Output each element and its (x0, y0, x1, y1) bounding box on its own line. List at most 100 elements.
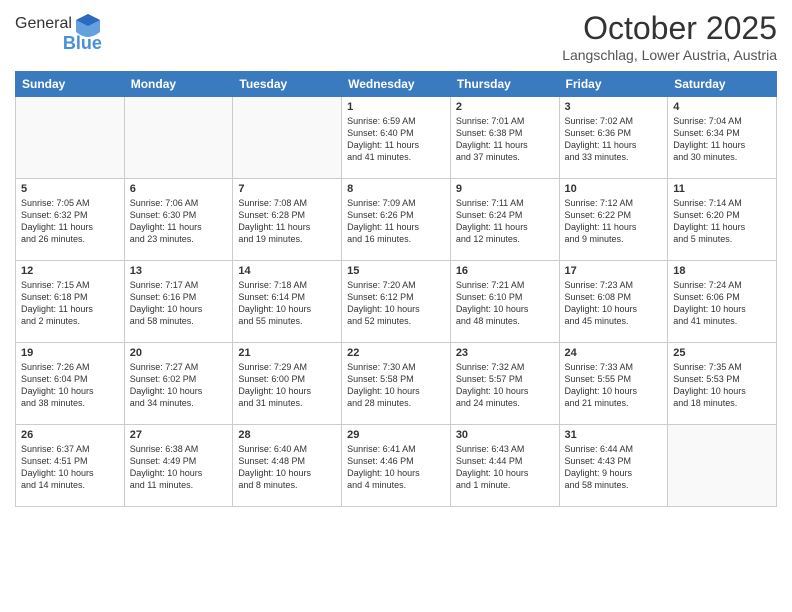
calendar-cell: 4Sunrise: 7:04 AM Sunset: 6:34 PM Daylig… (668, 97, 777, 179)
calendar-cell: 28 Sunrise: 6:40 AM Sunset: 4:48 PM Dayli… (233, 425, 342, 507)
logo: General Blue (15, 10, 102, 54)
calendar-cell: 11 Sunrise: 7:14 AM Sunset: 6:20 PM Dayli… (668, 179, 777, 261)
day-number: 25 (673, 347, 771, 359)
calendar-week-0: 1 Sunrise: 6:59 AM Sunset: 6:40 PM Daylig… (16, 97, 777, 179)
calendar-cell: 6 Sunrise: 7:06 AM Sunset: 6:30 PM Daylig… (124, 179, 233, 261)
calendar-week-2: 12Sunrise: 7:15 AM Sunset: 6:18 PM Dayli… (16, 261, 777, 343)
day-number: 28 (238, 429, 336, 441)
day-info: Sunrise: 7:09 AM Sunset: 6:26 PM Dayligh… (347, 197, 445, 246)
calendar-cell: 3 Sunrise: 7:02 AM Sunset: 6:36 PM Daylig… (559, 97, 668, 179)
day-info: Sunrise: 7:26 AM Sunset: 6:04 PM Dayligh… (21, 361, 119, 410)
day-info: Sunrise: 7:29 AM Sunset: 6:00 PM Dayligh… (238, 361, 336, 410)
day-number: 30 (456, 429, 554, 441)
day-info: Sunrise: 6:41 AM Sunset: 4:46 PM Dayligh… (347, 443, 445, 492)
calendar-cell: 18 Sunrise: 7:24 AM Sunset: 6:06 PM Dayli… (668, 261, 777, 343)
calendar-cell: 25 Sunrise: 7:35 AM Sunset: 5:53 PM Dayli… (668, 343, 777, 425)
weekday-header-row: Sunday Monday Tuesday Wednesday Thursday… (16, 72, 777, 97)
calendar-cell: 31Sunrise: 6:44 AM Sunset: 4:43 PM Dayli… (559, 425, 668, 507)
day-info: Sunrise: 7:23 AM Sunset: 6:08 PM Dayligh… (565, 279, 663, 328)
header-tuesday: Tuesday (233, 72, 342, 97)
calendar-cell: 5 Sunrise: 7:05 AM Sunset: 6:32 PM Daylig… (16, 179, 125, 261)
day-info: Sunrise: 7:24 AM Sunset: 6:06 PM Dayligh… (673, 279, 771, 328)
calendar-cell: 14 Sunrise: 7:18 AM Sunset: 6:14 PM Dayli… (233, 261, 342, 343)
day-number: 11 (673, 183, 771, 195)
day-info: Sunrise: 7:11 AM Sunset: 6:24 PM Dayligh… (456, 197, 554, 246)
day-number: 8 (347, 183, 445, 195)
day-info: Sunrise: 7:18 AM Sunset: 6:14 PM Dayligh… (238, 279, 336, 328)
day-info: Sunrise: 6:37 AM Sunset: 4:51 PM Dayligh… (21, 443, 119, 492)
day-info: Sunrise: 6:44 AM Sunset: 4:43 PM Dayligh… (565, 443, 663, 492)
day-number: 22 (347, 347, 445, 359)
logo-general-text: General (15, 15, 72, 33)
calendar-cell: 2Sunrise: 7:01 AM Sunset: 6:38 PM Daylig… (450, 97, 559, 179)
day-info: Sunrise: 7:33 AM Sunset: 5:55 PM Dayligh… (565, 361, 663, 410)
calendar-cell: 10Sunrise: 7:12 AM Sunset: 6:22 PM Dayli… (559, 179, 668, 261)
day-info: Sunrise: 7:35 AM Sunset: 5:53 PM Dayligh… (673, 361, 771, 410)
month-title: October 2025 (562, 10, 777, 47)
day-info: Sunrise: 7:08 AM Sunset: 6:28 PM Dayligh… (238, 197, 336, 246)
calendar-cell: 13Sunrise: 7:17 AM Sunset: 6:16 PM Dayli… (124, 261, 233, 343)
day-number: 23 (456, 347, 554, 359)
calendar-cell: 30 Sunrise: 6:43 AM Sunset: 4:44 PM Dayli… (450, 425, 559, 507)
header-saturday: Saturday (668, 72, 777, 97)
day-number: 20 (130, 347, 228, 359)
header-monday: Monday (124, 72, 233, 97)
day-number: 2 (456, 101, 554, 113)
day-number: 7 (238, 183, 336, 195)
day-info: Sunrise: 6:40 AM Sunset: 4:48 PM Dayligh… (238, 443, 336, 492)
day-number: 1 (347, 101, 445, 113)
calendar-cell (16, 97, 125, 179)
day-number: 14 (238, 265, 336, 277)
calendar-week-4: 26 Sunrise: 6:37 AM Sunset: 4:51 PM Dayli… (16, 425, 777, 507)
day-info: Sunrise: 7:05 AM Sunset: 6:32 PM Dayligh… (21, 197, 119, 246)
calendar-cell: 24 Sunrise: 7:33 AM Sunset: 5:55 PM Dayli… (559, 343, 668, 425)
day-number: 6 (130, 183, 228, 195)
header-friday: Friday (559, 72, 668, 97)
calendar-cell: 9 Sunrise: 7:11 AM Sunset: 6:24 PM Daylig… (450, 179, 559, 261)
calendar-week-3: 19Sunrise: 7:26 AM Sunset: 6:04 PM Dayli… (16, 343, 777, 425)
day-number: 26 (21, 429, 119, 441)
calendar-cell: 21Sunrise: 7:29 AM Sunset: 6:00 PM Dayli… (233, 343, 342, 425)
calendar-cell: 19Sunrise: 7:26 AM Sunset: 6:04 PM Dayli… (16, 343, 125, 425)
calendar-cell: 20 Sunrise: 7:27 AM Sunset: 6:02 PM Dayli… (124, 343, 233, 425)
day-number: 9 (456, 183, 554, 195)
day-number: 3 (565, 101, 663, 113)
calendar-cell: 26 Sunrise: 6:37 AM Sunset: 4:51 PM Dayli… (16, 425, 125, 507)
header-wednesday: Wednesday (342, 72, 451, 97)
day-info: Sunrise: 6:38 AM Sunset: 4:49 PM Dayligh… (130, 443, 228, 492)
logo-blue-text: Blue (15, 34, 102, 54)
day-info: Sunrise: 7:06 AM Sunset: 6:30 PM Dayligh… (130, 197, 228, 246)
calendar-cell: 15Sunrise: 7:20 AM Sunset: 6:12 PM Dayli… (342, 261, 451, 343)
day-number: 12 (21, 265, 119, 277)
day-number: 10 (565, 183, 663, 195)
page-container: General Blue October 2025 Langschlag, Lo… (0, 0, 792, 612)
day-number: 16 (456, 265, 554, 277)
day-info: Sunrise: 7:14 AM Sunset: 6:20 PM Dayligh… (673, 197, 771, 246)
day-number: 29 (347, 429, 445, 441)
page-header: General Blue October 2025 Langschlag, Lo… (15, 10, 777, 63)
calendar-week-1: 5 Sunrise: 7:05 AM Sunset: 6:32 PM Daylig… (16, 179, 777, 261)
day-info: Sunrise: 7:20 AM Sunset: 6:12 PM Dayligh… (347, 279, 445, 328)
calendar-cell: 16 Sunrise: 7:21 AM Sunset: 6:10 PM Dayli… (450, 261, 559, 343)
calendar-table: Sunday Monday Tuesday Wednesday Thursday… (15, 71, 777, 507)
header-thursday: Thursday (450, 72, 559, 97)
day-info: Sunrise: 7:30 AM Sunset: 5:58 PM Dayligh… (347, 361, 445, 410)
day-info: Sunrise: 7:32 AM Sunset: 5:57 PM Dayligh… (456, 361, 554, 410)
calendar-cell (668, 425, 777, 507)
day-info: Sunrise: 7:21 AM Sunset: 6:10 PM Dayligh… (456, 279, 554, 328)
calendar-cell: 1 Sunrise: 6:59 AM Sunset: 6:40 PM Daylig… (342, 97, 451, 179)
calendar-cell: 29 Sunrise: 6:41 AM Sunset: 4:46 PM Dayli… (342, 425, 451, 507)
day-info: Sunrise: 7:17 AM Sunset: 6:16 PM Dayligh… (130, 279, 228, 328)
calendar-cell (233, 97, 342, 179)
day-number: 18 (673, 265, 771, 277)
day-info: Sunrise: 7:04 AM Sunset: 6:34 PM Dayligh… (673, 115, 771, 164)
day-number: 24 (565, 347, 663, 359)
calendar-cell: 7 Sunrise: 7:08 AM Sunset: 6:28 PM Daylig… (233, 179, 342, 261)
day-info: Sunrise: 6:59 AM Sunset: 6:40 PM Dayligh… (347, 115, 445, 164)
day-info: Sunrise: 7:27 AM Sunset: 6:02 PM Dayligh… (130, 361, 228, 410)
day-info: Sunrise: 6:43 AM Sunset: 4:44 PM Dayligh… (456, 443, 554, 492)
day-number: 5 (21, 183, 119, 195)
day-number: 27 (130, 429, 228, 441)
day-info: Sunrise: 7:02 AM Sunset: 6:36 PM Dayligh… (565, 115, 663, 164)
location-subtitle: Langschlag, Lower Austria, Austria (562, 47, 777, 63)
